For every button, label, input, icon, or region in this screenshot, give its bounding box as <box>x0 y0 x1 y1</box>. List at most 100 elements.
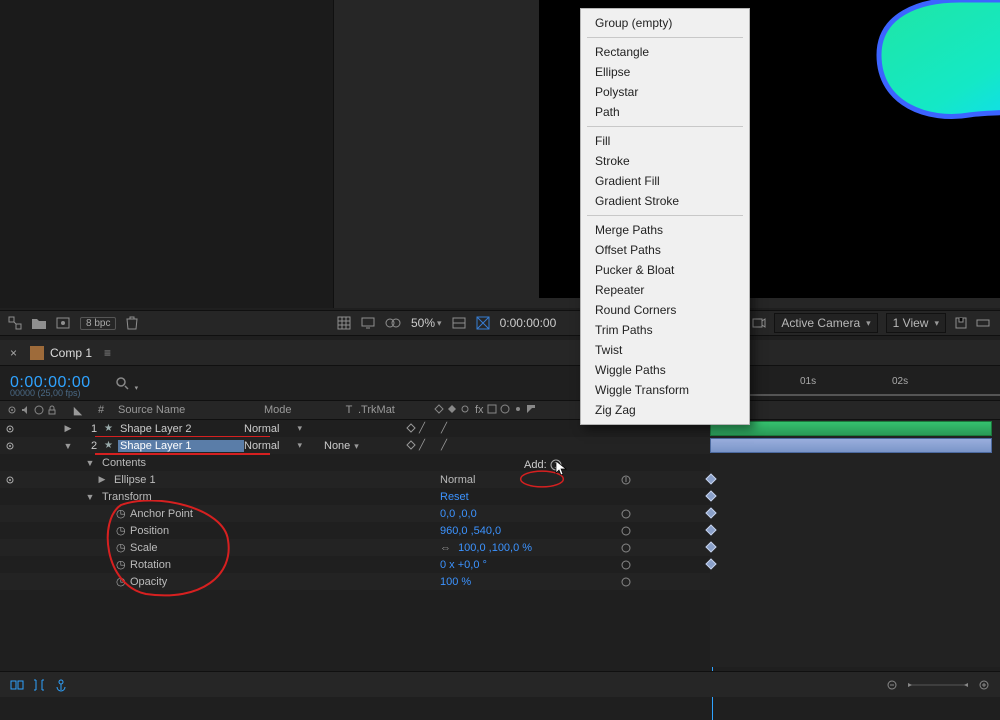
menu-item-wiggle-transform[interactable]: Wiggle Transform <box>581 380 749 400</box>
col-mode[interactable]: Mode <box>264 404 340 416</box>
mode-dropdown[interactable]: Normal▾ <box>244 440 306 452</box>
track-bar[interactable] <box>710 438 992 453</box>
reset-icon[interactable] <box>620 508 632 520</box>
continuous-rasterize[interactable]: ╱ <box>441 423 447 434</box>
stopwatch-icon[interactable]: ◷ <box>116 541 130 554</box>
menu-item-zig-zag[interactable]: Zig Zag <box>581 400 749 420</box>
monitor-icon[interactable] <box>361 317 375 329</box>
prop-value[interactable]: 100,0 ,100,0 % <box>458 542 532 554</box>
stopwatch-icon[interactable]: ◷ <box>116 575 130 588</box>
menu-item-stroke[interactable]: Stroke <box>581 151 749 171</box>
continuous-rasterize[interactable]: ╱ <box>441 440 447 451</box>
reset-icon[interactable] <box>620 474 632 486</box>
brackets-icon[interactable] <box>32 678 46 692</box>
menu-item-merge-paths[interactable]: Merge Paths <box>581 220 749 240</box>
prop-value[interactable]: 0,0 ,0,0 <box>440 508 477 520</box>
menu-item-offset-paths[interactable]: Offset Paths <box>581 240 749 260</box>
tab-label[interactable]: Comp 1 <box>50 346 92 360</box>
menu-item-round-corners[interactable]: Round Corners <box>581 300 749 320</box>
stopwatch-icon[interactable]: ◷ <box>116 507 130 520</box>
switch-icon[interactable] <box>526 404 536 416</box>
menu-item-rectangle[interactable]: Rectangle <box>581 42 749 62</box>
reset-icon[interactable] <box>620 525 632 537</box>
quality-switch[interactable]: ╱ <box>419 423 425 434</box>
switch-icon[interactable] <box>434 404 444 416</box>
reset-icon[interactable] <box>620 559 632 571</box>
shy-toggle-icon[interactable]: ◣ <box>74 404 82 417</box>
menu-item-gradient-fill[interactable]: Gradient Fill <box>581 171 749 191</box>
lock-column-icon[interactable] <box>47 405 57 415</box>
resolution-icon[interactable] <box>452 317 466 329</box>
collapse-switch[interactable] <box>406 440 416 451</box>
close-tab-icon[interactable]: × <box>10 346 24 360</box>
menu-item-gradient-stroke[interactable]: Gradient Stroke <box>581 191 749 211</box>
menu-item-path[interactable]: Path <box>581 102 749 122</box>
trash-icon[interactable] <box>126 316 138 330</box>
eye-icon[interactable] <box>0 475 14 485</box>
menu-item-repeater[interactable]: Repeater <box>581 280 749 300</box>
prop-value[interactable]: 0 x +0,0 ° <box>440 559 487 571</box>
active-camera-dropdown[interactable]: Active Camera ▾ <box>774 313 877 333</box>
switch-icon[interactable] <box>460 404 470 416</box>
panel-menu-icon[interactable]: ≡ <box>104 346 111 360</box>
reset-icon[interactable] <box>620 576 632 588</box>
time-ruler[interactable]: 01s 02s <box>710 366 1000 400</box>
transform-reset[interactable]: Reset <box>440 491 469 503</box>
eye-column-icon[interactable] <box>6 405 18 415</box>
eye-icon[interactable] <box>0 441 14 451</box>
chain-icon[interactable]: ⇔ <box>440 542 451 554</box>
pixel-aspect-icon[interactable] <box>976 316 990 330</box>
toggle-switches-icon[interactable] <box>10 678 24 692</box>
view-count-dropdown[interactable]: 1 View ▾ <box>886 313 946 333</box>
switch-icon[interactable] <box>487 404 497 416</box>
menu-item-fill[interactable]: Fill <box>581 131 749 151</box>
mode-dropdown[interactable]: Normal▾ <box>244 423 306 435</box>
menu-item-polystar[interactable]: Polystar <box>581 82 749 102</box>
track-bar[interactable] <box>710 421 992 436</box>
flowchart-icon[interactable] <box>8 316 22 330</box>
menu-item-trim-paths[interactable]: Trim Paths <box>581 320 749 340</box>
stopwatch-icon[interactable]: ◷ <box>116 524 130 537</box>
menu-item-pucker-bloat[interactable]: Pucker & Bloat <box>581 260 749 280</box>
layer-search[interactable]: ▾ <box>115 374 139 392</box>
bpc-badge[interactable]: 8 bpc <box>80 317 116 330</box>
collapse-switch[interactable] <box>406 423 416 434</box>
viewer-time[interactable]: 0:00:00:00 <box>500 316 557 330</box>
menu-item-wiggle-paths[interactable]: Wiggle Paths <box>581 360 749 380</box>
zoom-dropdown[interactable]: 50% ▾ <box>411 316 442 330</box>
layer-name[interactable]: Shape Layer 1 <box>118 440 244 452</box>
menu-item-group[interactable]: Group (empty) <box>581 13 749 33</box>
stopwatch-icon[interactable]: ◷ <box>116 558 130 571</box>
audio-column-icon[interactable] <box>21 405 31 415</box>
grid-icon[interactable] <box>337 316 351 330</box>
expand-icon[interactable]: ▼ <box>62 441 74 451</box>
quality-switch[interactable]: ╱ <box>419 440 425 451</box>
menu-item-ellipse[interactable]: Ellipse <box>581 62 749 82</box>
solo-column-icon[interactable] <box>34 405 44 415</box>
new-comp-icon[interactable] <box>56 317 70 329</box>
col-source[interactable]: Source Name <box>112 404 264 416</box>
mask-icon[interactable] <box>385 317 401 329</box>
camera-icon[interactable] <box>752 317 766 329</box>
timeline-tracks[interactable] <box>710 420 1000 667</box>
eye-icon[interactable] <box>0 424 14 434</box>
expand-icon[interactable]: ▶ <box>62 423 74 434</box>
prop-value[interactable]: 100 % <box>440 576 471 588</box>
switch-icon[interactable] <box>513 404 523 416</box>
zoom-slider[interactable] <box>908 680 968 690</box>
menu-item-twist[interactable]: Twist <box>581 340 749 360</box>
switch-icon[interactable] <box>447 404 457 416</box>
layer-name[interactable]: Shape Layer 2 <box>118 423 244 435</box>
col-trkmat[interactable]: .TrkMat <box>358 404 428 416</box>
folder-icon[interactable] <box>32 317 46 329</box>
reset-icon[interactable] <box>620 542 632 554</box>
trkmat-dropdown[interactable]: None▾ <box>324 440 400 452</box>
ellipse-mode[interactable]: Normal <box>440 474 475 486</box>
transparency-icon[interactable] <box>476 316 490 330</box>
share-view-icon[interactable] <box>954 316 968 330</box>
switch-icon[interactable] <box>500 404 510 416</box>
prop-value[interactable]: 960,0 ,540,0 <box>440 525 501 537</box>
zoom-handle-icon[interactable] <box>886 679 898 691</box>
zoom-in-icon[interactable] <box>978 679 990 691</box>
anchor-icon[interactable] <box>54 678 68 692</box>
